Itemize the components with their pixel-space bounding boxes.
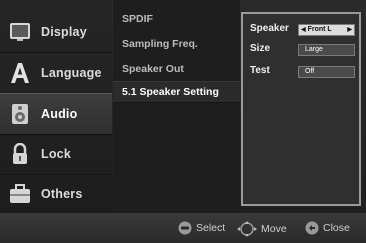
test-value: Off <box>305 68 315 75</box>
nav-label-lock: Lock <box>41 147 71 161</box>
submenu-item-speaker-out[interactable]: Speaker Out <box>122 63 184 75</box>
submenu-item-sampling-freq[interactable]: Sampling Freq. <box>122 38 198 50</box>
audio-icon <box>8 102 32 126</box>
hint-move: Move <box>237 221 287 237</box>
test-field[interactable]: Off <box>298 66 355 78</box>
nav-item-display[interactable]: Display <box>0 12 112 53</box>
hint-close: Close <box>305 221 350 235</box>
hint-close-label: Close <box>323 222 350 234</box>
nav-item-audio[interactable]: Audio <box>0 93 112 135</box>
left-arrow-icon: ◀ <box>301 27 306 33</box>
speaker-setting-panel: Speaker ◀ Front L ▶ Size Large Test Off <box>241 12 361 206</box>
nav-label-others: Others <box>41 187 83 201</box>
speaker-value: Front L <box>307 26 332 33</box>
size-value: Large <box>305 46 323 53</box>
hint-move-label: Move <box>261 223 287 235</box>
main-menu: Display Language Audio Lock Others <box>0 0 112 215</box>
speaker-select[interactable]: ◀ Front L ▶ <box>298 24 355 36</box>
nav-item-lock[interactable]: Lock <box>0 134 112 175</box>
submenu: SPDIF Sampling Freq. Speaker Out 5.1 Spe… <box>113 0 240 213</box>
size-field[interactable]: Large <box>298 44 355 56</box>
nav-item-language[interactable]: Language <box>0 53 112 94</box>
size-label: Size <box>250 43 271 54</box>
lock-icon <box>8 142 32 166</box>
hint-select: Select <box>178 221 225 235</box>
dpad-icon <box>237 221 257 237</box>
nav-label-audio: Audio <box>41 107 78 121</box>
language-icon <box>8 61 32 85</box>
submenu-item-spdif[interactable]: SPDIF <box>122 13 153 25</box>
footer-bar: Select Move Close <box>0 213 366 243</box>
nav-label-language: Language <box>41 66 102 80</box>
speaker-label: Speaker <box>250 23 289 34</box>
nav-item-others[interactable]: Others <box>0 174 112 215</box>
return-button-icon <box>305 221 319 235</box>
others-icon <box>8 182 32 206</box>
right-arrow-icon: ▶ <box>347 27 352 33</box>
setup-screen: Display Language Audio Lock Others SPDIF… <box>0 0 366 243</box>
enter-button-icon <box>178 221 192 235</box>
nav-label-display: Display <box>41 25 87 39</box>
test-label: Test <box>250 65 270 76</box>
display-icon <box>8 20 32 44</box>
submenu-item-speaker-setting[interactable]: 5.1 Speaker Setting <box>122 86 219 98</box>
hint-select-label: Select <box>196 222 226 234</box>
